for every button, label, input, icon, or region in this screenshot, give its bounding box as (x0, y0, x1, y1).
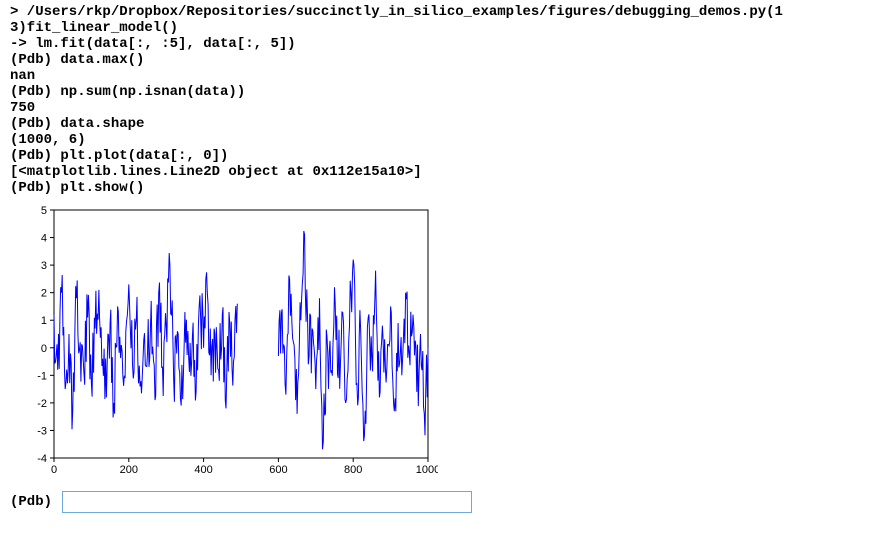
plot-series-0 (54, 231, 428, 449)
console-line: -> lm.fit(data[:, :5], data[:, 5]) (10, 36, 872, 52)
console-line: > /Users/rkp/Dropbox/Repositories/succin… (10, 4, 872, 20)
pdb-input[interactable] (62, 491, 472, 513)
svg-text:1000: 1000 (416, 464, 438, 476)
console-line: (Pdb) np.sum(np.isnan(data)) (10, 84, 872, 100)
svg-text:0: 0 (41, 343, 47, 355)
svg-text:600: 600 (269, 464, 287, 476)
svg-text:-4: -4 (37, 453, 47, 465)
svg-text:2: 2 (41, 288, 47, 300)
svg-text:1: 1 (41, 315, 47, 327)
console-line: [<matplotlib.lines.Line2D object at 0x11… (10, 164, 872, 180)
console-line: nan (10, 68, 872, 84)
svg-text:400: 400 (194, 464, 212, 476)
svg-text:0: 0 (51, 464, 57, 476)
matplotlib-chart: -4 -3 -2 -1 0 1 2 3 4 5 0 200 400 600 800 1000 (18, 202, 882, 477)
pdb-prompt-row: (Pdb) (0, 491, 882, 513)
console-line: 3)fit_linear_model() (10, 20, 872, 36)
pdb-console: > /Users/rkp/Dropbox/Repositories/succin… (0, 0, 882, 196)
console-line: (Pdb) plt.plot(data[:, 0]) (10, 148, 872, 164)
svg-text:5: 5 (41, 205, 47, 217)
svg-text:-1: -1 (37, 370, 47, 382)
console-line: (Pdb) plt.show() (10, 180, 872, 196)
svg-text:200: 200 (120, 464, 138, 476)
console-line: 750 (10, 100, 872, 116)
console-line: (Pdb) data.shape (10, 116, 872, 132)
svg-text:800: 800 (344, 464, 362, 476)
svg-text:-3: -3 (37, 425, 47, 437)
pdb-prompt-label: (Pdb) (10, 494, 60, 510)
svg-text:3: 3 (41, 260, 47, 272)
svg-text:4: 4 (41, 233, 47, 245)
console-line: (1000, 6) (10, 132, 872, 148)
svg-text:-2: -2 (37, 398, 47, 410)
console-line: (Pdb) data.max() (10, 52, 872, 68)
